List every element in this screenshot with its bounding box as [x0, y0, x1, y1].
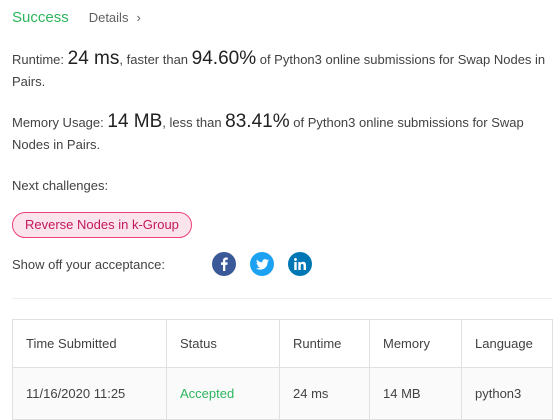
- memory-label: Memory Usage:: [12, 115, 108, 130]
- header-language: Language: [475, 336, 533, 351]
- challenge-pill[interactable]: Reverse Nodes in k-Group: [12, 212, 192, 238]
- table-row: 11/16/2020 11:25 Accepted 24 ms 14 MB py…: [13, 368, 552, 420]
- runtime-stat: Runtime: 24 ms, faster than 94.60% of Py…: [12, 48, 552, 93]
- submissions-table: Time Submitted Status Runtime Memory Lan…: [12, 319, 553, 420]
- cell-runtime: 24 ms: [280, 368, 370, 419]
- cell-time-submitted: 11/16/2020 11:25: [13, 368, 167, 419]
- facebook-icon[interactable]: [212, 252, 236, 276]
- divider: [12, 298, 552, 299]
- header-time-submitted: Time Submitted: [13, 320, 167, 367]
- runtime-percent: 94.60%: [191, 48, 257, 69]
- details-link[interactable]: Details ›: [89, 10, 141, 25]
- chevron-right-icon: ›: [136, 10, 141, 25]
- twitter-icon[interactable]: [250, 252, 274, 276]
- memory-stat: Memory Usage: 14 MB, less than 83.41% of…: [12, 111, 552, 156]
- share-label: Show off your acceptance:: [12, 257, 165, 272]
- runtime-mid: , faster than: [119, 52, 192, 67]
- header-status: Status: [167, 320, 280, 367]
- header-memory: Memory: [370, 320, 462, 367]
- cell-status: Accepted: [167, 368, 280, 419]
- memory-value: 14 MB: [107, 111, 163, 132]
- status-title: Success: [12, 9, 69, 26]
- result-header: Success Details ›: [12, 9, 141, 26]
- table-header-row: Time Submitted Status Runtime Memory Lan…: [13, 320, 552, 368]
- share-icons: [212, 252, 312, 276]
- runtime-label: Runtime:: [12, 52, 68, 67]
- cell-memory: 14 MB: [370, 368, 462, 419]
- memory-mid: , less than: [162, 115, 226, 130]
- linkedin-icon[interactable]: [288, 252, 312, 276]
- accepted-link[interactable]: Accepted: [180, 386, 234, 401]
- memory-percent: 83.41%: [225, 111, 290, 132]
- details-label: Details: [88, 10, 129, 25]
- runtime-value: 24 ms: [67, 48, 120, 69]
- header-runtime: Runtime: [280, 320, 370, 367]
- next-challenges-label: Next challenges:: [12, 178, 109, 193]
- cell-language: python3: [475, 386, 522, 401]
